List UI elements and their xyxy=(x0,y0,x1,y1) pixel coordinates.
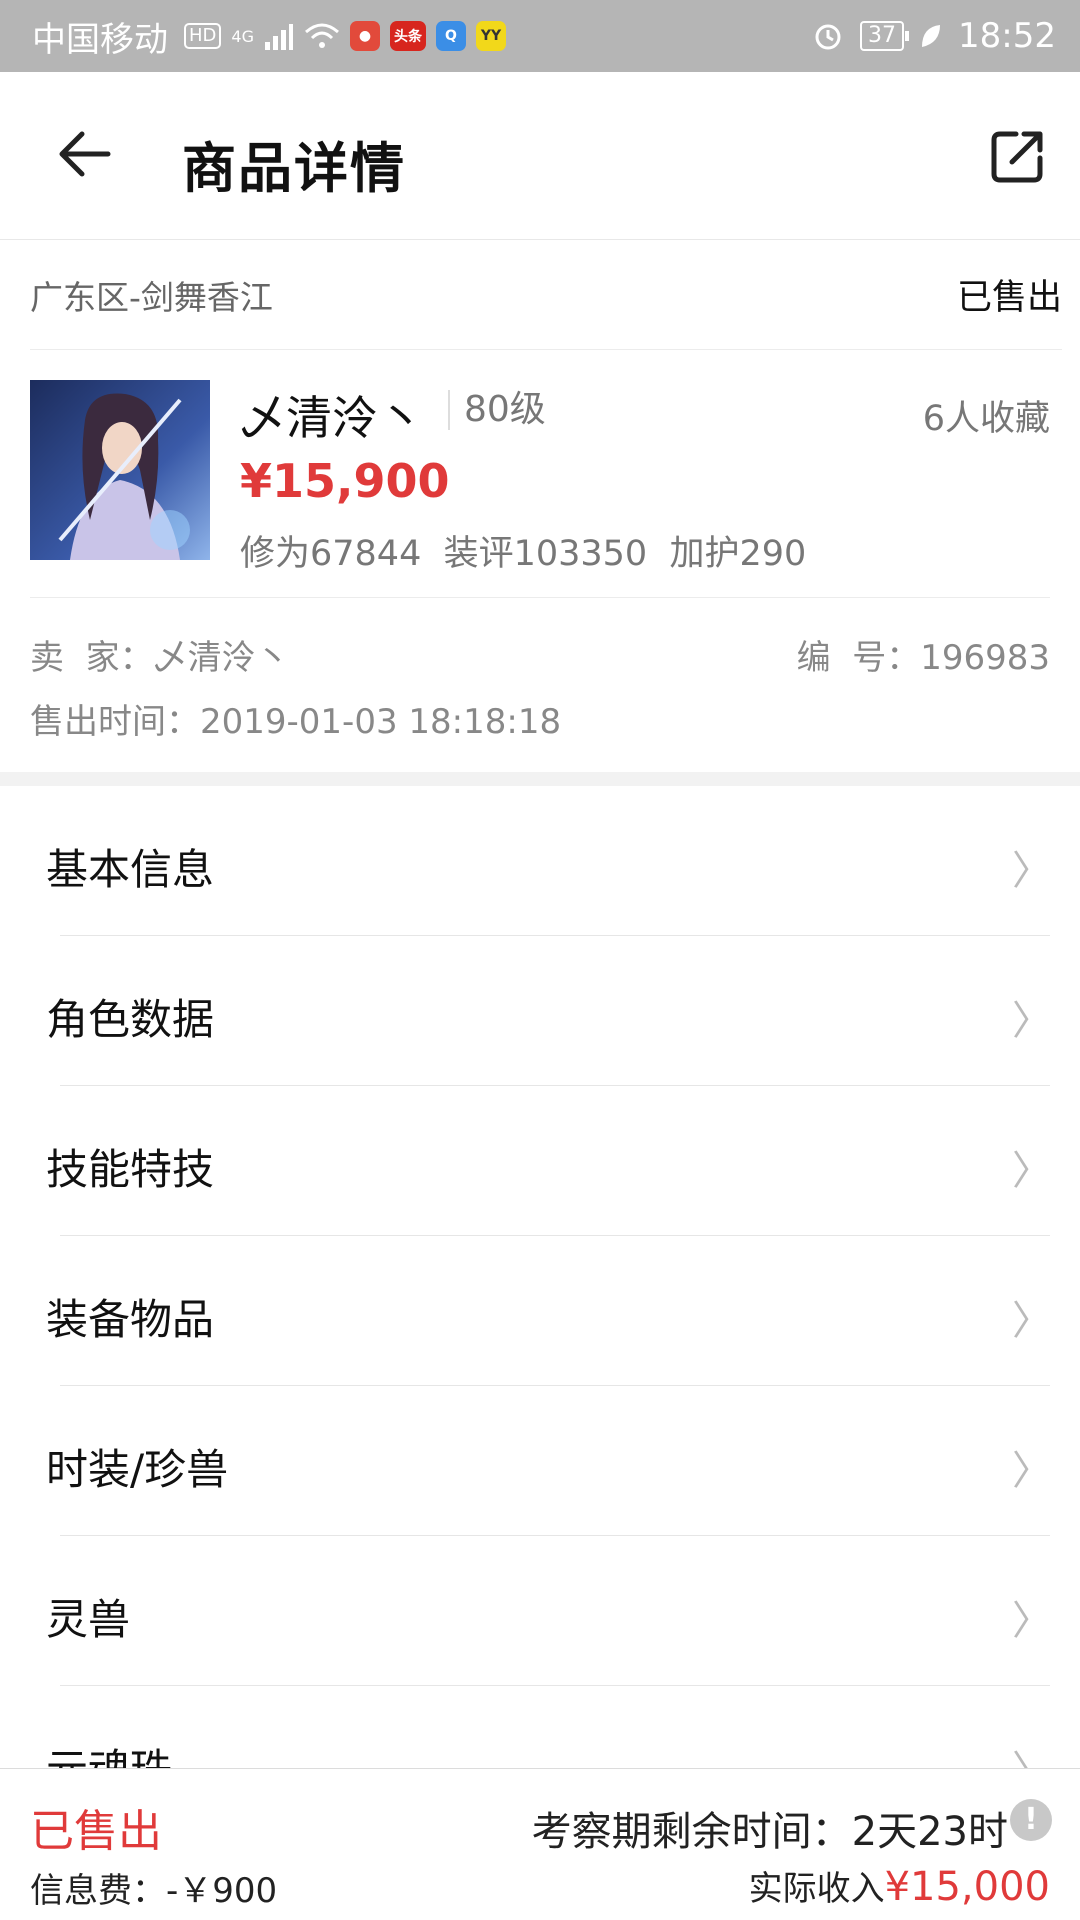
section-divider xyxy=(0,772,1080,786)
alarm-icon xyxy=(815,24,841,50)
seller-name: 卖 家：乄清泠丶 xyxy=(30,638,290,678)
menu-item-skills[interactable]: 技能特技 〉 xyxy=(0,1086,1080,1236)
app-header: 商品详情 xyxy=(0,72,1080,240)
menu-item-character-data[interactable]: 角色数据 〉 xyxy=(0,936,1080,1086)
product-card: 乄清泠丶 80级 6人收藏 ¥15,900 修为67844 装评103350 加… xyxy=(30,350,1050,598)
page-title: 商品详情 xyxy=(182,137,406,200)
menu-item-label: 装备物品 xyxy=(46,1295,215,1344)
clock: 18:52 xyxy=(958,16,1056,56)
menu-item-label: 灵兽 xyxy=(46,1595,131,1644)
leaf-icon xyxy=(922,25,941,47)
menu-item-label: 角色数据 xyxy=(46,995,215,1044)
carrier-name: 中国移动 xyxy=(32,19,168,60)
income-label: 实际收入 xyxy=(748,1869,885,1909)
character-name: 乄清泠丶 xyxy=(240,391,424,445)
qq-browser-icon: Q xyxy=(435,21,466,51)
sold-time: 售出时间：2019-01-03 18:18:18 xyxy=(30,702,562,742)
bottom-bar: 已售出 信息费：-￥900 考察期剩余时间：2天23时 ! 实际收入¥15,00… xyxy=(0,1768,1080,1920)
chevron-right-icon: 〉 xyxy=(1012,1598,1052,1644)
chevron-right-icon: 〉 xyxy=(1012,1148,1052,1194)
toutiao-icon: 头条 xyxy=(389,21,426,51)
menu-item-fashion-pets[interactable]: 时装/珍兽 〉 xyxy=(0,1386,1080,1536)
chevron-right-icon: 〉 xyxy=(1012,848,1052,894)
yy-icon: YY xyxy=(475,21,506,51)
inspection-time-remaining: 考察期剩余时间：2天23时 xyxy=(531,1809,1008,1855)
character-avatar[interactable] xyxy=(30,380,210,560)
wifi-icon xyxy=(304,23,339,48)
menu-item-label: 时装/珍兽 xyxy=(46,1445,229,1494)
battery-level: 37 xyxy=(860,21,910,51)
share-icon[interactable] xyxy=(990,128,1046,184)
info-fee: 信息费：-￥900 xyxy=(30,1871,278,1911)
chevron-right-icon: 〉 xyxy=(1012,1448,1052,1494)
favorite-count: 6人收藏 xyxy=(922,399,1050,439)
signal-icon xyxy=(264,24,293,50)
character-stats: 修为67844 装评103350 加护290 xyxy=(240,534,807,574)
menu-item-spirit-beasts[interactable]: 灵兽 〉 xyxy=(0,1536,1080,1686)
character-level: 80级 xyxy=(448,390,546,430)
sale-status: 已售出 xyxy=(956,278,1062,318)
region-row: 广东区-剑舞香江 已售出 xyxy=(30,240,1062,350)
actual-income: 实际收入¥15,000 xyxy=(749,1861,1050,1910)
menu-item-label: 基本信息 xyxy=(46,845,215,894)
info-icon[interactable]: ! xyxy=(1010,1799,1052,1841)
item-number: 编 号：196983 xyxy=(796,638,1050,678)
menu-item-label: 技能特技 xyxy=(46,1145,215,1194)
detail-menu: 基本信息 〉 角色数据 〉 技能特技 〉 装备物品 〉 时装/珍兽 〉 灵兽 〉… xyxy=(0,786,1080,1836)
product-price: ¥15,900 xyxy=(240,454,450,508)
server-region: 广东区-剑舞香江 xyxy=(30,277,273,317)
sold-status: 已售出 xyxy=(30,1806,162,1857)
status-bar: 中国移动 HD 4G ● 头条 Q YY 37 18:52 xyxy=(0,0,1080,72)
chevron-right-icon: 〉 xyxy=(1012,1298,1052,1344)
income-amount: ¥15,000 xyxy=(884,1864,1050,1910)
network-type: 4G xyxy=(231,26,254,46)
menu-item-equipment[interactable]: 装备物品 〉 xyxy=(0,1236,1080,1386)
menu-item-basic-info[interactable]: 基本信息 〉 xyxy=(0,786,1080,936)
seller-info: 卖 家：乄清泠丶 编 号：196983 xyxy=(30,630,1050,679)
app-notification-icon: ● xyxy=(349,21,380,51)
back-arrow-icon[interactable] xyxy=(52,122,116,186)
hd-badge: HD xyxy=(184,23,222,49)
chevron-right-icon: 〉 xyxy=(1012,998,1052,1044)
